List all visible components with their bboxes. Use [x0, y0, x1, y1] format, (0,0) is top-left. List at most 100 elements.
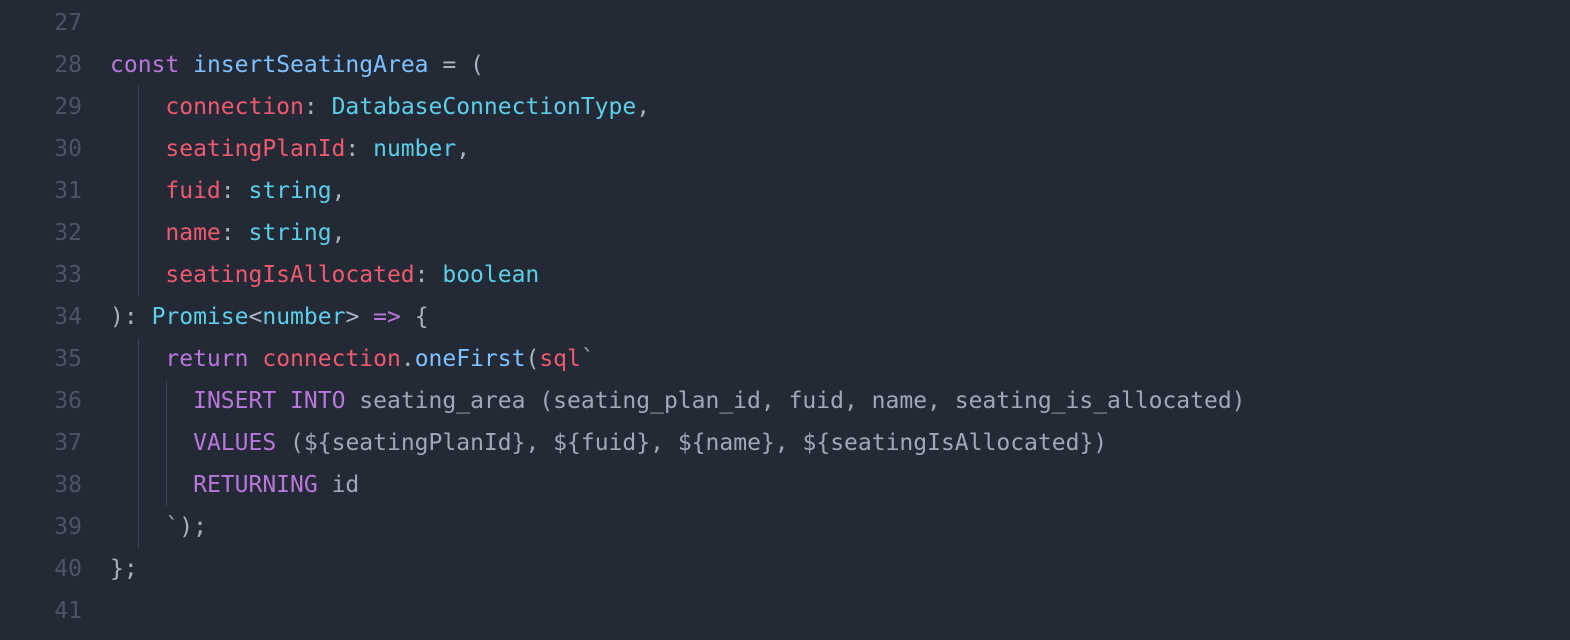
code-area[interactable]: const insertSeatingArea = ( connection: … — [100, 0, 1570, 640]
indent-guide — [138, 170, 139, 212]
line-number: 37 — [0, 422, 100, 464]
paren-open: ( — [276, 430, 304, 456]
whitespace — [179, 52, 193, 78]
type-boolean: boolean — [442, 262, 539, 288]
code-line[interactable]: VALUES (${seatingPlanId}, ${fuid}, ${nam… — [110, 422, 1570, 464]
keyword-return: return — [165, 346, 248, 372]
comma: , — [636, 94, 650, 120]
interp-close: } — [761, 430, 775, 456]
code-editor[interactable]: 27 28 29 30 31 32 33 34 35 36 37 38 39 4… — [0, 0, 1570, 640]
identifier-connection: connection — [262, 346, 400, 372]
paren-open: ( — [470, 52, 484, 78]
code-line[interactable]: connection: DatabaseConnectionType, — [110, 86, 1570, 128]
code-line[interactable]: }; — [110, 548, 1570, 590]
indent-guide — [138, 380, 139, 422]
interp-var: seatingPlanId — [332, 430, 512, 456]
param-name: name — [165, 220, 220, 246]
code-line[interactable]: name: string, — [110, 212, 1570, 254]
line-number: 34 — [0, 296, 100, 338]
code-line[interactable]: seatingPlanId: number, — [110, 128, 1570, 170]
indent-guide — [166, 464, 167, 506]
comma: , — [332, 220, 346, 246]
colon: : — [221, 178, 249, 204]
colon: : — [345, 136, 373, 162]
type-Promise: Promise — [152, 304, 249, 330]
indent-guide — [138, 464, 139, 506]
type-string: string — [248, 220, 331, 246]
indent-guide — [166, 422, 167, 464]
code-line[interactable]: fuid: string, — [110, 170, 1570, 212]
comma: , — [525, 430, 553, 456]
interp-close: } — [636, 430, 650, 456]
gt: > — [345, 304, 359, 330]
code-line[interactable] — [110, 2, 1570, 44]
lt: < — [249, 304, 263, 330]
interp-open: ${ — [678, 430, 706, 456]
code-line[interactable] — [110, 590, 1570, 632]
code-line[interactable]: seatingIsAllocated: boolean — [110, 254, 1570, 296]
indent-guide — [138, 86, 139, 128]
code-line[interactable]: return connection.oneFirst(sql` — [110, 338, 1570, 380]
sql-returning: RETURNING — [193, 472, 318, 498]
line-number-gutter: 27 28 29 30 31 32 33 34 35 36 37 38 39 4… — [0, 0, 100, 640]
indent-guide — [166, 380, 167, 422]
comma: , — [332, 178, 346, 204]
function-name: insertSeatingArea — [193, 52, 428, 78]
line-number: 40 — [0, 548, 100, 590]
code-line[interactable]: `); — [110, 506, 1570, 548]
interp-var: seatingIsAllocated — [830, 430, 1079, 456]
code-line[interactable]: ): Promise<number> => { — [110, 296, 1570, 338]
line-number: 27 — [0, 2, 100, 44]
interp-var: fuid — [581, 430, 636, 456]
brace-close-semi: }; — [110, 556, 138, 582]
whitespace — [110, 472, 193, 498]
line-number: 35 — [0, 338, 100, 380]
operator-eq: = — [429, 52, 471, 78]
interp-close: } — [1079, 430, 1093, 456]
line-number: 36 — [0, 380, 100, 422]
whitespace — [276, 388, 290, 414]
param-fuid: fuid — [165, 178, 220, 204]
line-number: 32 — [0, 212, 100, 254]
indent-guide — [138, 254, 139, 296]
line-number: 30 — [0, 128, 100, 170]
paren-open: ( — [525, 346, 539, 372]
interp-close: } — [512, 430, 526, 456]
code-line[interactable]: RETURNING id — [110, 464, 1570, 506]
param-seatingIsAllocated: seatingIsAllocated — [165, 262, 414, 288]
tag-sql: sql — [539, 346, 581, 372]
sql-columns: (seating_plan_id, fuid, name, seating_is… — [525, 388, 1245, 414]
code-line[interactable]: const insertSeatingArea = ( — [110, 44, 1570, 86]
sql-values: VALUES — [193, 430, 276, 456]
paren-close-semi: ); — [179, 514, 207, 540]
sql-into: INTO — [290, 388, 345, 414]
interp-var: name — [706, 430, 761, 456]
type-DatabaseConnectionType: DatabaseConnectionType — [332, 94, 637, 120]
line-number: 28 — [0, 44, 100, 86]
interp-open: ${ — [553, 430, 581, 456]
method-oneFirst: oneFirst — [415, 346, 526, 372]
interp-open: ${ — [304, 430, 332, 456]
comma: , — [775, 430, 803, 456]
keyword-const: const — [110, 52, 179, 78]
param-connection: connection — [165, 94, 303, 120]
indent-guide — [138, 422, 139, 464]
backtick: ` — [165, 514, 179, 540]
type-number: number — [262, 304, 345, 330]
sql-table: seating_area — [359, 388, 525, 414]
whitespace — [345, 388, 359, 414]
backtick: ` — [581, 346, 595, 372]
arrow: => — [359, 304, 414, 330]
line-number: 39 — [0, 506, 100, 548]
indent-guide — [138, 212, 139, 254]
line-number: 41 — [0, 590, 100, 632]
interp-open: ${ — [802, 430, 830, 456]
code-line[interactable]: INSERT INTO seating_area (seating_plan_i… — [110, 380, 1570, 422]
line-number: 31 — [0, 170, 100, 212]
colon: : — [221, 220, 249, 246]
brace-open: { — [415, 304, 429, 330]
line-number: 29 — [0, 86, 100, 128]
param-seatingPlanId: seatingPlanId — [165, 136, 345, 162]
colon: : — [124, 304, 152, 330]
whitespace — [248, 346, 262, 372]
